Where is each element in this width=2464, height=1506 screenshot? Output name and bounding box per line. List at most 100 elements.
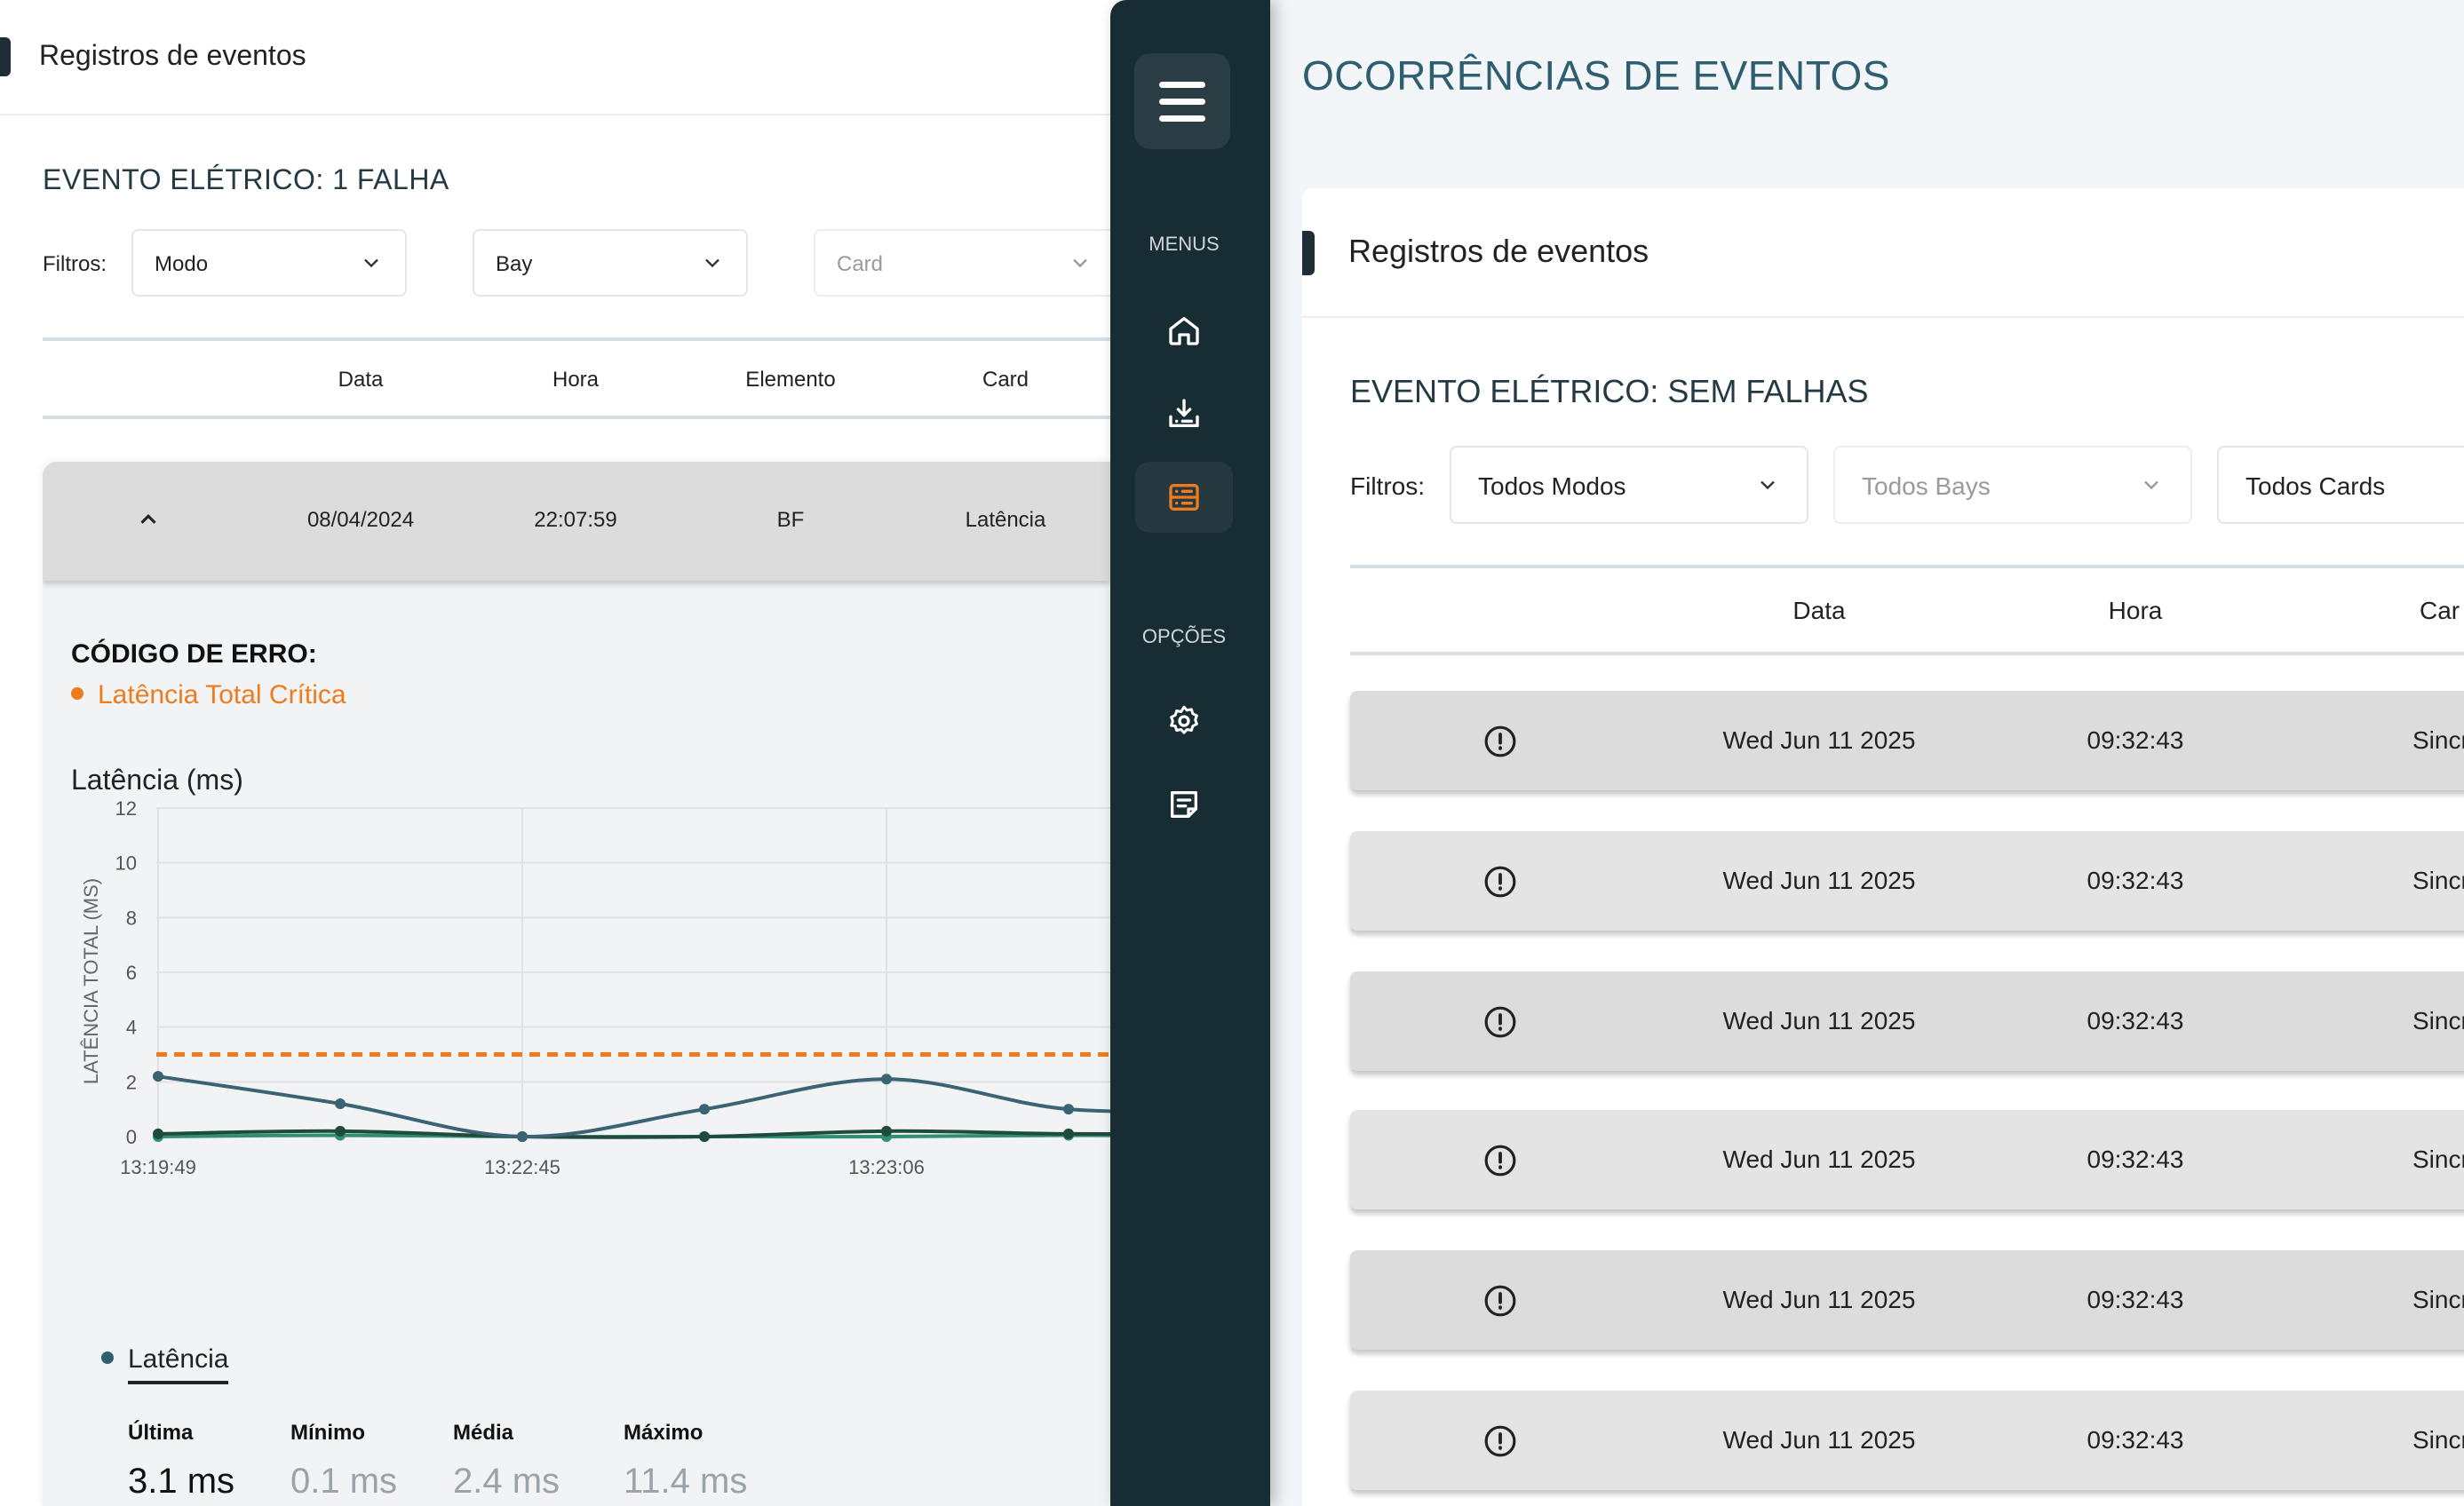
chevron-down-icon <box>1761 480 1775 490</box>
data-point <box>699 1131 710 1142</box>
row-card: Sincronismo <box>2412 1145 2464 1173</box>
right-panel: OCORRÊNCIAS DE EVENTOS Registros de even… <box>1270 0 2464 1506</box>
nav-settings[interactable] <box>1149 686 1220 757</box>
col-hora: Hora <box>2108 597 2163 624</box>
event-row[interactable]: Wed Jun 11 2025 09:32:43 Sincronismo <box>1350 1110 2464 1209</box>
filter-bays-select[interactable]: Todos Bays <box>1833 446 2192 524</box>
filter-card-value: Card <box>837 252 884 276</box>
row-hora: 09:32:43 <box>2086 867 2184 894</box>
nav-events[interactable] <box>1135 462 1233 533</box>
row-card: Sincronismo <box>2412 726 2464 754</box>
stat-avg-label: Média <box>453 1421 514 1445</box>
row-data: Wed Jun 11 2025 <box>1722 1007 1916 1034</box>
chevron-down-icon <box>705 258 719 268</box>
stat-avg: Média 2.4 ms <box>453 1421 560 1502</box>
left-filters: Filtros: Modo Bay Card <box>43 229 1110 300</box>
left-table-header: Data Hora Elemento Card <box>43 337 1110 419</box>
chevron-down-icon <box>364 258 378 268</box>
filter-modos-select[interactable]: Todos Modos <box>1450 446 1808 524</box>
data-point <box>1063 1128 1074 1139</box>
series-line <box>157 1074 1110 1139</box>
row-card: Sincronismo <box>2412 1007 2464 1034</box>
filter-card-select[interactable]: Card <box>814 229 1110 297</box>
hamburger-menu-button[interactable] <box>1134 53 1230 149</box>
hamburger-bar <box>1159 82 1205 88</box>
row-card: Sincronismo <box>2412 1426 2464 1454</box>
nav-download[interactable] <box>1149 378 1220 449</box>
filter-modo-value: Modo <box>155 252 209 276</box>
error-item: Latência Total Crítica <box>71 680 346 710</box>
data-point <box>881 1074 892 1085</box>
stat-min: Mínimo 0.1 ms <box>290 1421 397 1502</box>
chart-legend[interactable]: Latência <box>101 1344 229 1384</box>
nav-notes[interactable] <box>1149 769 1220 840</box>
menus-label: MENUS <box>1149 233 1220 255</box>
left-header: Registros de eventos <box>0 0 1110 115</box>
latency-chart: 0 2 4 6 8 10 12 13:19:49 13:22:45 13:23:06 LATÊNCI… <box>80 799 1110 1178</box>
stat-min-label: Mínimo <box>290 1421 365 1445</box>
row-hora: 09:32:43 <box>2086 1426 2184 1454</box>
stat-max-label: Máximo <box>624 1421 703 1445</box>
row-data: Wed Jun 11 2025 <box>1722 1145 1916 1173</box>
right-filters: Filtros: Todos Modos Todos Bays Todos Ca… <box>1350 446 2464 526</box>
error-dot <box>71 687 83 701</box>
row-hora: 09:32:43 <box>2086 1145 2184 1173</box>
stat-min-value: 0.1 ms <box>290 1462 398 1501</box>
filter-bays-value: Todos Bays <box>1862 472 1991 500</box>
events-card: Registros de eventos EVENTO ELÉTRICO: SE… <box>1302 188 2464 1506</box>
col-data: Data <box>338 368 384 392</box>
right-section-title: EVENTO ELÉTRICO: SEM FALHAS <box>1350 373 1869 409</box>
row-card: Sincronismo <box>2412 867 2464 894</box>
data-point <box>335 1098 346 1109</box>
row-data: Wed Jun 11 2025 <box>1722 1286 1916 1313</box>
stat-avg-value: 2.4 ms <box>453 1462 560 1501</box>
y-tick-label: 6 <box>126 962 137 984</box>
hamburger-bar <box>1159 99 1205 105</box>
row-data: Wed Jun 11 2025 <box>1722 1426 1916 1454</box>
y-tick-label: 4 <box>126 1017 137 1039</box>
filter-bay-select[interactable]: Bay <box>473 229 748 297</box>
col-card: Card <box>982 368 1029 392</box>
event-detail-card: 08/04/2024 22:07:59 BF Latência CÓDIGO D… <box>43 462 1110 1506</box>
y-tick-label: 10 <box>115 852 137 875</box>
server-icon <box>1169 484 1199 511</box>
filter-modo-select[interactable]: Modo <box>131 229 407 297</box>
notes-icon <box>1171 791 1197 818</box>
home-icon <box>1169 317 1199 345</box>
event-row[interactable]: Wed Jun 11 2025 09:32:43 Sincronismo <box>1350 1391 2464 1490</box>
event-row[interactable]: Wed Jun 11 2025 09:32:43 Sincronismo <box>1350 971 2464 1071</box>
data-point <box>153 1071 163 1082</box>
right-header: Registros de eventos <box>1302 188 2464 318</box>
data-point <box>335 1125 346 1137</box>
row-data: 08/04/2024 <box>306 508 415 532</box>
event-row[interactable]: Wed Jun 11 2025 09:32:43 Sincronismo <box>1350 1250 2464 1350</box>
filter-cards-select[interactable]: Todos Cards <box>2217 446 2464 524</box>
data-point <box>1063 1104 1074 1115</box>
y-axis-label: LATÊNCIA TOTAL (MS) <box>80 878 102 1084</box>
right-header-title: Registros de eventos <box>1348 233 1649 269</box>
download-icon <box>1169 399 1199 427</box>
filter-modos-value: Todos Modos <box>1478 472 1626 500</box>
chevron-down-icon <box>1073 258 1087 268</box>
col-hora: Hora <box>552 368 600 392</box>
error-code-title: CÓDIGO DE ERRO: <box>71 639 317 669</box>
data-point <box>699 1104 710 1115</box>
chevron-up-icon[interactable] <box>135 506 162 533</box>
event-row[interactable]: Wed Jun 11 2025 09:32:43 Sincronismo <box>1350 831 2464 931</box>
row-card: Latência <box>965 508 1046 532</box>
header-marker <box>0 37 11 76</box>
stat-max-value: 11.4 ms <box>624 1462 748 1501</box>
event-row[interactable]: Wed Jun 11 2025 09:32:43 Sincronismo <box>1350 691 2464 790</box>
stat-last-label: Última <box>128 1421 194 1445</box>
chart-title: Latência (ms) <box>71 764 243 796</box>
col-data: Data <box>1792 597 1846 624</box>
alert-circle-icon <box>1484 725 1516 757</box>
alert-circle-icon <box>1484 1006 1516 1038</box>
event-row-expanded[interactable]: 08/04/2024 22:07:59 BF Latência <box>43 462 1110 581</box>
options-label: OPÇÕES <box>1141 625 1227 647</box>
nav-home[interactable] <box>1149 295 1220 366</box>
stat-last-value: 3.1 ms <box>128 1462 235 1501</box>
row-hora: 09:32:43 <box>2086 1286 2184 1313</box>
legend-dot <box>101 1351 114 1364</box>
filters-label: Filtros: <box>1350 472 1425 500</box>
